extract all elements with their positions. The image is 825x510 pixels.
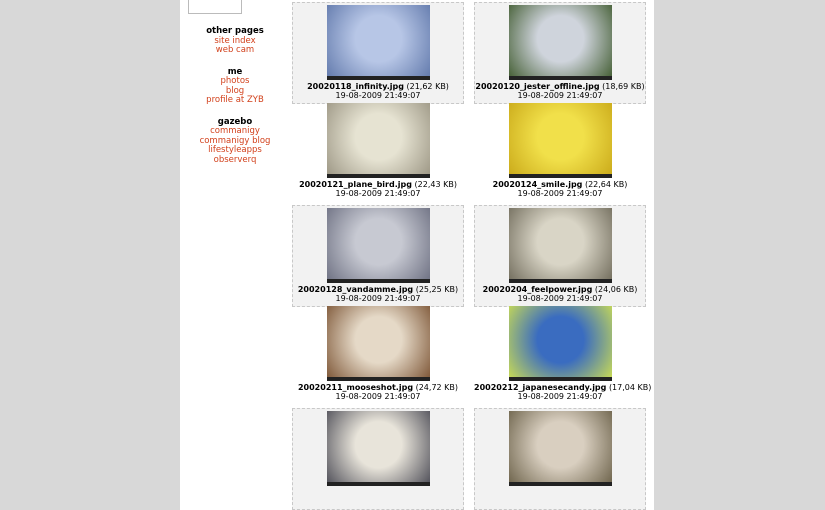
photo-size: (25,25 KB) [415,284,459,294]
photo-filename-link[interactable]: 20020128_vandamme.jpg [298,285,413,294]
buzz-lightyear-photo-icon[interactable] [326,4,430,80]
photo-size: (18,69 KB) [602,81,645,91]
timestamp-bar [326,278,430,283]
photo-caption: 20020211_mooseshot.jpg (24,72 KB) 19-08-2… [292,383,464,401]
smiley-photo-icon[interactable] [508,103,612,178]
photo-size: (22,43 KB) [414,180,457,189]
timestamp-bar [508,481,612,486]
photo-date: 19-08-2009 21:49:07 [335,90,421,100]
timestamp-bar [326,377,430,381]
photo-size: (24,06 KB) [594,284,638,294]
nav-link-web-cam[interactable]: web cam [180,45,290,56]
photo-caption: 20020118_infinity.jpg (21,62 KB) 19-08-20… [293,82,463,100]
nav-section-other-pages: other pages site index web cam [180,26,290,56]
jester-photo-icon[interactable] [508,4,612,80]
photo-date: 19-08-2009 21:49:07 [335,293,421,303]
photo-size: (21,62 KB) [406,81,449,91]
photo-cell: 20020212_japanesecandy.jpg (17,04 KB) 19-… [474,304,651,406]
photo-caption: 20020212_japanesecandy.jpg (17,04 KB) 19-… [474,383,651,401]
keyboard-photo-icon[interactable] [326,103,430,178]
photo-cell [474,407,646,510]
timestamp-bar [508,75,612,80]
search-input[interactable] [188,0,242,14]
photo-caption [293,488,463,497]
page: other pages site index web cam me photos… [180,0,654,510]
photo-date: 19-08-2009 21:49:07 [517,90,603,100]
nav-section-me: me photos blog profile at ZYB [180,67,290,106]
photo-caption: 20020128_vandamme.jpg (25,25 KB) 19-08-20… [293,285,463,303]
photo-caption: 20020124_smile.jpg (22,64 KB) 19-08-2009 … [474,180,646,198]
photo-filename-link[interactable]: 20020204_feelpower.jpg [483,285,593,294]
timestamp-bar [326,75,430,80]
timestamp-bar [508,377,612,381]
buzz-lightyear-photo-icon[interactable] [326,207,430,283]
photo-caption: 20020204_feelpower.jpg (24,06 KB) 19-08-2… [475,285,645,303]
nav-link-profile-at-zyb[interactable]: profile at ZYB [180,95,290,106]
photo-date: 19-08-2009 21:49:07 [335,392,421,401]
nav-section-gazebo: gazebo commanigy commanigy blog lifestyl… [180,117,290,166]
photo-cell: 20020124_smile.jpg (22,64 KB) 19-08-2009 … [474,101,646,203]
photo-size: (22,64 KB) [584,180,628,189]
book-photo-icon[interactable] [508,207,612,283]
photo-caption: 20020121_plane_bird.jpg (22,43 KB) 19-08-… [292,180,464,198]
photo-caption [475,488,645,497]
candy-photo-icon[interactable] [508,306,612,381]
photo-size: (17,04 KB) [608,383,652,392]
photo-date: 19-08-2009 21:49:07 [335,189,421,198]
photo-date: 19-08-2009 21:49:07 [517,293,603,303]
photo-cell: 20020120_jester_offline.jpg (18,69 KB) 19… [474,1,646,104]
photo-date: 19-08-2009 21:49:07 [517,392,603,401]
timestamp-bar [326,174,430,178]
photo-filename-link[interactable]: 20020120_jester_offline.jpg [475,82,599,91]
photo-filename-link[interactable]: 20020212_japanesecandy.jpg [474,383,606,392]
photo-cell: 20020121_plane_bird.jpg (22,43 KB) 19-08-… [292,101,464,203]
photo-caption: 20020120_jester_offline.jpg (18,69 KB) 19… [475,82,645,100]
vacation-photo-icon[interactable] [326,410,430,486]
photo-filename-link[interactable]: 20020211_mooseshot.jpg [298,383,413,392]
photo-filename-link[interactable]: 20020118_infinity.jpg [307,82,404,91]
photo-cell: 20020211_mooseshot.jpg (24,72 KB) 19-08-2… [292,304,464,406]
timestamp-bar [508,174,612,178]
xml-schema-photo-icon[interactable] [508,410,612,486]
photo-size: (24,72 KB) [415,383,459,392]
photo-filename-link[interactable]: 20020121_plane_bird.jpg [299,180,412,189]
photo-cell: 20020128_vandamme.jpg (25,25 KB) 19-08-20… [292,204,464,307]
timestamp-bar [508,278,612,283]
sidebar: other pages site index web cam me photos… [180,26,290,177]
moose-photo-icon[interactable] [326,306,430,381]
photo-cell: 20020204_feelpower.jpg (24,06 KB) 19-08-2… [474,204,646,307]
nav-link-observerq[interactable]: observerq [180,155,290,166]
photo-filename-link[interactable]: 20020124_smile.jpg [493,180,583,189]
photo-date: 19-08-2009 21:49:07 [517,189,603,198]
photo-cell [292,407,464,510]
photo-cell: 20020118_infinity.jpg (21,62 KB) 19-08-20… [292,1,464,104]
timestamp-bar [326,481,430,486]
